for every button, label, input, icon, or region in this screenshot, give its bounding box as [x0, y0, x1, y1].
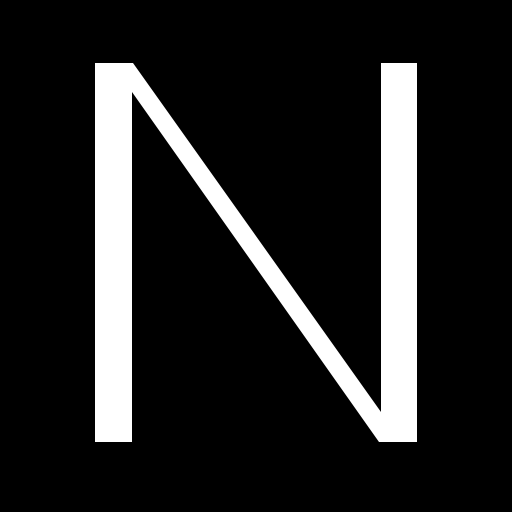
logo-tile: N	[0, 0, 512, 512]
n-letter-logo-icon	[0, 0, 512, 512]
